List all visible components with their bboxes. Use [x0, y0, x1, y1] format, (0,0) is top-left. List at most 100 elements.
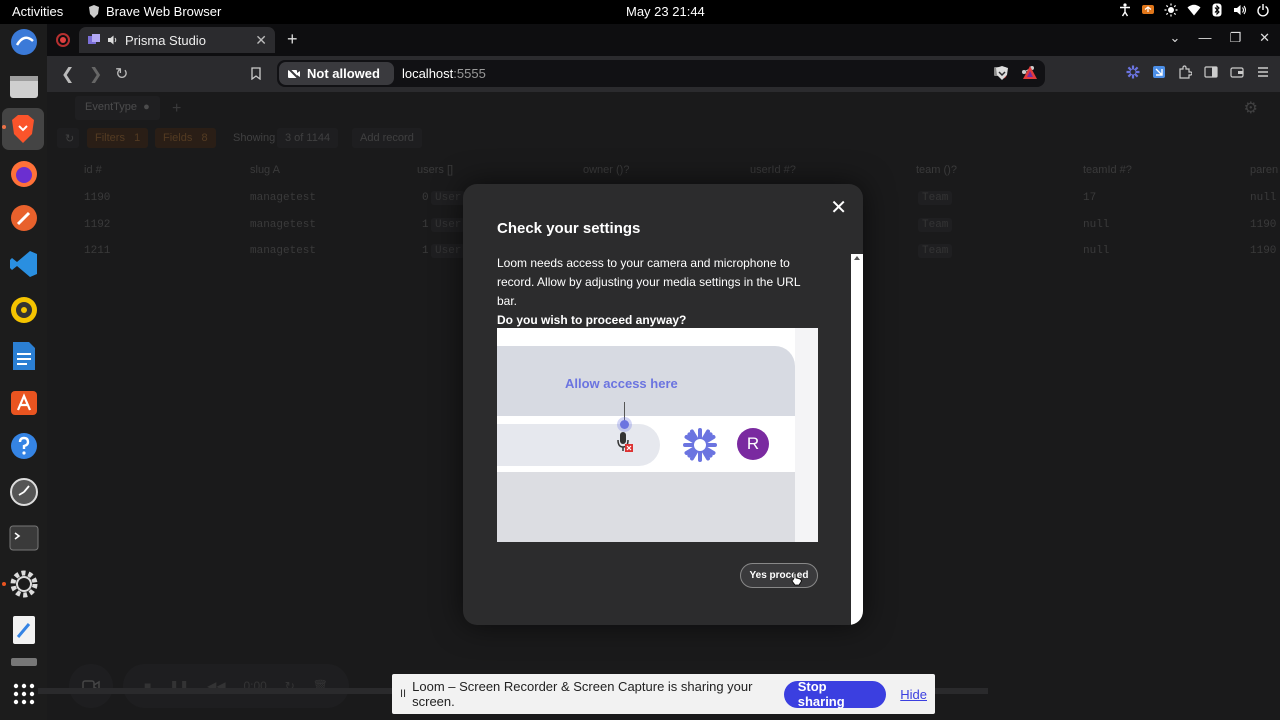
column-header[interactable]: team ()?	[916, 164, 957, 176]
tab-prisma-studio[interactable]: Prisma Studio ✕	[79, 27, 275, 53]
fields-button[interactable]: Fields 8	[155, 128, 216, 148]
show-apps-button[interactable]	[8, 678, 40, 710]
dock-vscode[interactable]	[8, 248, 40, 280]
volume-icon[interactable]	[1233, 3, 1247, 17]
stop-sharing-button[interactable]: Stop sharing	[783, 679, 887, 709]
menu-hamburger-icon[interactable]	[1256, 65, 1270, 79]
dock-files[interactable]	[8, 70, 40, 102]
dock-brave[interactable]	[2, 108, 44, 150]
minimize-icon[interactable]: —	[1198, 30, 1211, 46]
dock-rhythmbox[interactable]	[8, 294, 40, 326]
bookmark-icon[interactable]	[251, 67, 261, 80]
add-tab-icon[interactable]: +	[172, 100, 181, 118]
close-window-icon[interactable]: ✕	[1259, 30, 1270, 46]
cell-id[interactable]: 1192	[84, 219, 110, 231]
refresh-button[interactable]: ↻	[57, 128, 79, 148]
hide-link[interactable]: Hide	[900, 687, 927, 702]
column-header[interactable]: userId #?	[750, 164, 796, 176]
dock-writer[interactable]	[8, 340, 40, 372]
wallet-icon[interactable]	[1230, 65, 1244, 79]
brightness-icon[interactable]	[1164, 3, 1178, 17]
dock-help[interactable]	[8, 430, 40, 462]
dialog-scrollbar[interactable]	[851, 254, 863, 625]
dock-pen-app[interactable]	[8, 202, 40, 234]
showing-label: Showing	[233, 132, 276, 144]
tab-audio-icon[interactable]	[107, 34, 119, 46]
power-icon[interactable]	[1256, 3, 1270, 17]
cell-users-chip[interactable]: User	[431, 244, 466, 258]
cell-users-count[interactable]: 0	[422, 192, 429, 204]
filters-button[interactable]: Filters 1	[87, 128, 149, 148]
model-tab-eventtype[interactable]: EventType ●	[75, 96, 160, 120]
column-header[interactable]: users []	[417, 164, 453, 176]
cell-users-count[interactable]: 1	[422, 245, 429, 257]
recording-indicator-icon[interactable]	[56, 33, 70, 47]
cell-users-count[interactable]: 1	[422, 219, 429, 231]
cell-team-chip[interactable]: Team	[918, 191, 953, 205]
column-header[interactable]: teamId #?	[1083, 164, 1132, 176]
accessibility-icon[interactable]	[1118, 3, 1132, 17]
terminal-icon	[9, 525, 39, 551]
activities-button[interactable]: Activities	[12, 4, 63, 19]
column-header[interactable]: id #	[84, 164, 102, 176]
cell-id[interactable]: 1190	[84, 192, 110, 204]
back-icon[interactable]: ❮	[61, 64, 74, 84]
dock-browser[interactable]	[8, 26, 40, 58]
cell-parent[interactable]: 1190	[1250, 245, 1276, 257]
microphone-blocked-icon	[617, 432, 633, 452]
address-bar[interactable]: Not allowed localhost:5555	[277, 60, 1045, 87]
column-header[interactable]: paren	[1250, 164, 1278, 176]
settings-gear-icon	[10, 570, 38, 598]
loom-extension-icon[interactable]	[1126, 65, 1140, 79]
forward-icon[interactable]: ❯	[89, 64, 102, 84]
tab-list-chevron-down-icon[interactable]: ⌄	[1170, 30, 1181, 46]
wifi-icon[interactable]	[1187, 3, 1201, 17]
screen-capture-extension-icon[interactable]	[1152, 65, 1166, 79]
dock-terminal[interactable]	[8, 522, 40, 554]
brave-shields-icon[interactable]	[995, 65, 1009, 81]
dock-trash[interactable]	[8, 656, 40, 666]
dock-text-editor[interactable]	[8, 614, 40, 646]
screen-share-icon[interactable]	[1141, 3, 1155, 17]
cell-parent[interactable]: 1190	[1250, 219, 1276, 231]
maximize-icon[interactable]: ❐	[1229, 30, 1241, 46]
dock-clock[interactable]	[8, 476, 40, 508]
add-record-button[interactable]: Add record	[352, 128, 422, 148]
new-tab-button[interactable]: +	[287, 29, 298, 50]
brave-rewards-icon[interactable]	[1022, 65, 1038, 80]
bluetooth-icon[interactable]	[1210, 3, 1224, 17]
extensions-puzzle-icon[interactable]	[1178, 65, 1192, 79]
cell-teamid[interactable]: null	[1083, 245, 1109, 257]
settings-gear-icon[interactable]: ⚙	[1244, 98, 1258, 118]
sidebar-icon[interactable]	[1204, 65, 1218, 79]
column-header[interactable]: owner ()?	[583, 164, 629, 176]
cell-users-chip[interactable]: User	[431, 218, 466, 232]
cell-teamid[interactable]: null	[1083, 219, 1109, 231]
clock[interactable]: May 23 21:44	[626, 4, 705, 19]
dialog-close-icon[interactable]: ✕	[830, 198, 847, 218]
system-tray[interactable]	[1118, 3, 1270, 17]
cell-slug[interactable]: managetest	[250, 245, 316, 257]
dock-firefox[interactable]	[8, 158, 40, 190]
cell-parent[interactable]: null	[1250, 192, 1276, 204]
loom-camera-button[interactable]	[69, 664, 113, 708]
column-header[interactable]: slug A	[250, 164, 280, 176]
cell-slug[interactable]: managetest	[250, 192, 316, 204]
cell-teamid[interactable]: 17	[1083, 192, 1096, 204]
showing-range[interactable]: 3 of 1144	[277, 128, 339, 148]
url-text[interactable]: localhost:5555	[402, 66, 486, 81]
cell-users-chip[interactable]: User	[431, 191, 466, 205]
cell-slug[interactable]: managetest	[250, 219, 316, 231]
screen-sharing-bar: II Loom – Screen Recorder & Screen Captu…	[392, 674, 935, 714]
dock-app-center[interactable]	[8, 386, 40, 418]
site-permission-chip[interactable]: Not allowed	[279, 62, 394, 85]
tab-close-icon[interactable]: ✕	[255, 32, 267, 49]
app-menu[interactable]: Brave Web Browser	[88, 4, 221, 19]
reload-icon[interactable]: ↻	[115, 64, 128, 84]
yes-proceed-button[interactable]: Yes proceed	[740, 563, 818, 588]
cell-team-chip[interactable]: Team	[918, 218, 953, 232]
dock-settings[interactable]	[8, 568, 40, 600]
pause-sharing-icon[interactable]: II	[400, 688, 406, 700]
cell-team-chip[interactable]: Team	[918, 244, 953, 258]
cell-id[interactable]: 1211	[84, 245, 110, 257]
